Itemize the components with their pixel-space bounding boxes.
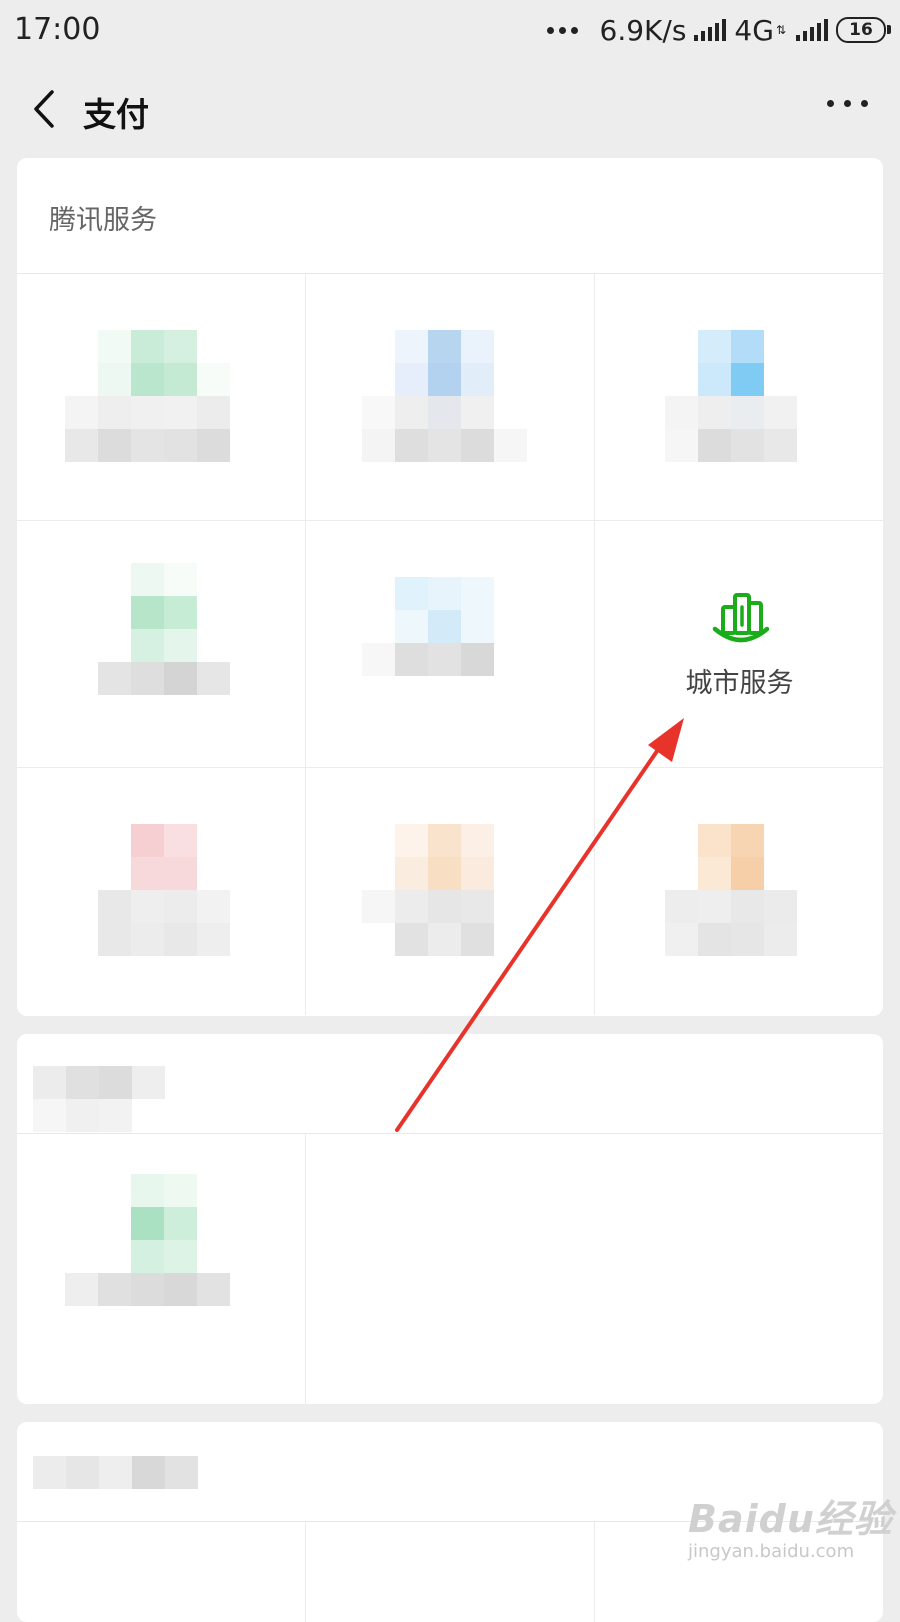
back-icon[interactable] <box>28 86 64 132</box>
blurred-services-card-2 <box>17 1034 883 1404</box>
blurred-section-title <box>33 1066 165 1132</box>
blurred-section-title <box>33 1456 198 1489</box>
service-item-blurred-1[interactable] <box>17 274 306 521</box>
watermark-sub: jingyan.baidu.com <box>688 1541 855 1562</box>
service-item-blurred-11[interactable] <box>306 1522 595 1622</box>
blurred-icon <box>362 577 527 709</box>
blurred-icon <box>665 330 830 462</box>
page-title: 支付 <box>83 95 149 134</box>
section-header: 腾讯服务 <box>17 158 883 274</box>
blurred-icon <box>665 824 830 956</box>
blurred-icon <box>65 824 230 956</box>
notification-dots-icon <box>546 26 578 34</box>
service-item-blurred-4[interactable] <box>17 521 306 768</box>
battery-icon: 16 <box>836 17 891 43</box>
blurred-icon <box>65 1174 230 1306</box>
signal-icon <box>694 19 727 41</box>
status-indicators: 6.9K/s 4G ⇅ 16 <box>546 12 891 48</box>
nav-bar: 支付 <box>0 62 900 156</box>
city-service-icon <box>712 593 770 643</box>
service-item-blurred-10[interactable] <box>17 1522 306 1622</box>
service-item-blurred-5[interactable] <box>306 521 595 768</box>
tencent-services-card: 腾讯服务 城市服务 <box>17 158 883 1016</box>
signal-icon-2 <box>796 19 828 41</box>
network-type: 4G <box>734 13 774 47</box>
data-arrows-icon: ⇅ <box>775 23 786 37</box>
section-title: 腾讯服务 <box>49 205 157 236</box>
city-service-button[interactable]: 城市服务 <box>595 521 883 768</box>
service-item-blurred-3[interactable] <box>595 274 883 521</box>
service-item-blurred-7[interactable] <box>306 768 595 1015</box>
service-item-blurred-8[interactable] <box>595 768 883 1015</box>
baidu-watermark: Baidu经验 jingyan.baidu.com <box>688 1488 893 1562</box>
network-speed: 6.9K/s <box>599 13 687 47</box>
city-service-label: 城市服务 <box>685 668 794 699</box>
status-bar: 17:00 6.9K/s 4G ⇅ 16 <box>0 0 900 62</box>
blurred-icon <box>65 563 230 695</box>
service-item-blurred-6[interactable] <box>17 768 306 1015</box>
status-time: 17:00 <box>14 12 101 47</box>
blurred-icon <box>362 330 527 462</box>
battery-level: 16 <box>849 20 873 40</box>
watermark-main: Baidu经验 <box>688 1497 893 1541</box>
section-header-blurred <box>17 1034 883 1134</box>
more-icon[interactable] <box>827 100 868 107</box>
service-item-blurred-9[interactable] <box>17 1134 306 1404</box>
blurred-icon <box>65 330 230 462</box>
blurred-icon <box>362 824 527 956</box>
service-item-blurred-2[interactable] <box>306 274 595 521</box>
